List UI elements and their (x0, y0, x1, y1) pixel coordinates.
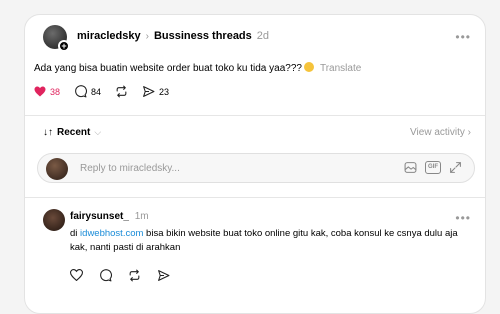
share-icon (143, 86, 155, 97)
heart-icon[interactable] (70, 269, 83, 281)
avatar (46, 158, 68, 180)
reply-input[interactable]: Reply to miracledsky... GIF (37, 153, 475, 183)
sort-dropdown[interactable]: ↓↑ Recent ⌵ (43, 127, 101, 138)
image-icon[interactable] (404, 161, 417, 174)
divider (25, 197, 485, 198)
chevron-down-icon: ⌵ (94, 127, 102, 137)
expand-icon[interactable] (449, 161, 462, 174)
post-header: miracledsky › Bussiness threads 2d (77, 30, 269, 42)
comment-link[interactable]: idwebhost.com (80, 228, 143, 239)
comment-text: di idwebhost.com bisa bikin website buat… (70, 227, 470, 255)
heart-filled-icon (34, 86, 46, 97)
like-button[interactable]: 38 (34, 86, 60, 97)
post-username[interactable]: miracledsky (77, 30, 141, 42)
avatar[interactable] (43, 209, 65, 231)
more-icon[interactable]: ••• (455, 30, 471, 44)
post-actions: 38 84 23 (34, 85, 183, 98)
comment-actions (70, 269, 170, 282)
more-icon[interactable]: ••• (455, 211, 471, 225)
comment-icon (75, 85, 88, 98)
comment-header: fairysunset_ 1m (70, 211, 149, 222)
comment-count: 84 (91, 86, 102, 97)
post-body: Ada yang bisa buatin website order buat … (34, 63, 302, 74)
like-count: 38 (50, 86, 61, 97)
post-time: 2d (256, 30, 270, 42)
plus-icon[interactable]: + (58, 40, 70, 52)
comment-button[interactable]: 84 (74, 85, 101, 98)
comment-icon[interactable] (99, 269, 112, 282)
reply-placeholder: Reply to miracledsky... (80, 163, 180, 174)
repost-button[interactable] (115, 85, 128, 98)
share-count: 23 (159, 86, 170, 97)
comment-text-before: di (70, 228, 81, 239)
repost-icon (116, 85, 127, 98)
comment-username[interactable]: fairysunset_ (70, 211, 129, 222)
view-activity-link[interactable]: View activity › (410, 127, 471, 138)
thread-name[interactable]: Bussiness threads (154, 30, 252, 42)
reply-tools: GIF (404, 161, 462, 174)
thread-card: + miracledsky › Bussiness threads 2d •••… (24, 14, 486, 314)
sort-arrows-icon: ↓↑ (43, 127, 53, 138)
translate-link[interactable]: Translate (320, 63, 361, 74)
share-icon[interactable] (157, 269, 170, 282)
divider (25, 115, 485, 116)
gif-icon[interactable]: GIF (425, 161, 441, 174)
sort-label: Recent (57, 127, 91, 138)
comment-time: 1m (134, 211, 149, 222)
post-text: Ada yang bisa buatin website order buat … (34, 62, 361, 74)
repost-icon[interactable] (128, 269, 141, 282)
pleading-face-icon (303, 62, 314, 72)
breadcrumb-separator: › (145, 30, 149, 42)
share-button[interactable]: 23 (142, 85, 169, 98)
